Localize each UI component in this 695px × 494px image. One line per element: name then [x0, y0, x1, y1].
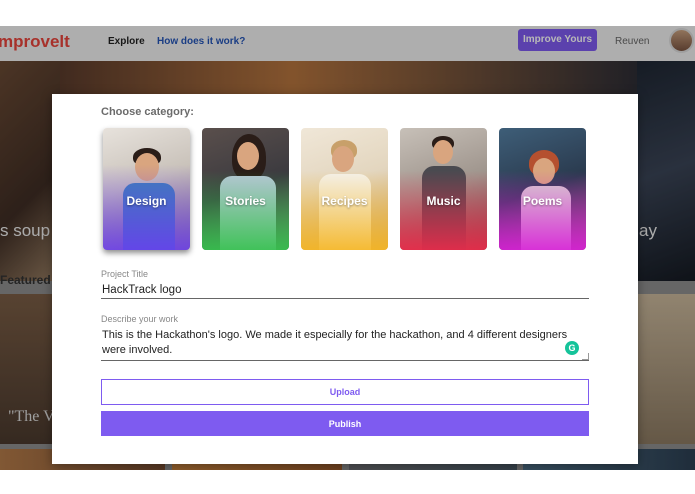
- project-title-input[interactable]: [101, 282, 589, 299]
- description-textarea[interactable]: This is the Hackathon's logo. We made it…: [101, 327, 589, 361]
- category-music-label: Music: [426, 194, 461, 208]
- resize-handle-icon[interactable]: [582, 353, 589, 360]
- project-title-label: Project Title: [101, 269, 149, 279]
- category-recipes-card[interactable]: Recipes: [301, 128, 388, 250]
- category-design-label: Design: [126, 194, 167, 208]
- app-background: mprovelt Explore How does it work? Impro…: [0, 26, 695, 470]
- category-poems-label: Poems: [522, 194, 563, 208]
- category-music-card[interactable]: Music: [400, 128, 487, 250]
- category-poems-card[interactable]: Poems: [499, 128, 586, 250]
- category-stories-label: Stories: [225, 194, 266, 208]
- category-recipes-label: Recipes: [321, 194, 368, 208]
- description-label: Describe your work: [101, 314, 179, 324]
- category-stories-card[interactable]: Stories: [202, 128, 289, 250]
- category-heading: Choose category:: [101, 106, 194, 118]
- grammarly-icon[interactable]: G: [565, 341, 579, 355]
- new-project-modal: Choose category: Design Stories Recipes …: [52, 94, 638, 464]
- category-design-card[interactable]: Design: [103, 128, 190, 250]
- upload-button[interactable]: Upload: [101, 379, 589, 405]
- publish-button[interactable]: Publish: [101, 411, 589, 436]
